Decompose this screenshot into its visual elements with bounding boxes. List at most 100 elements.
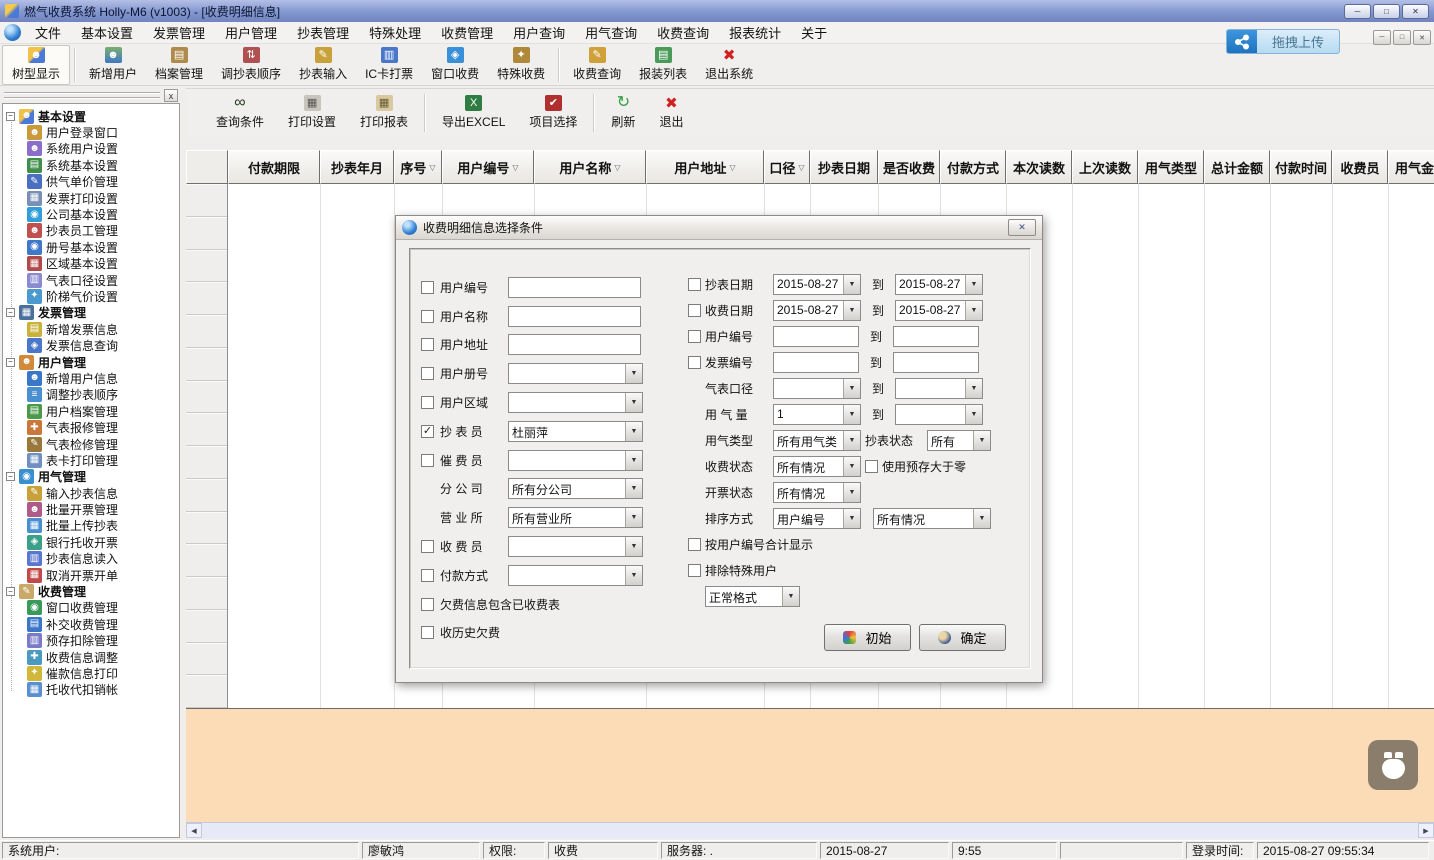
tree-item[interactable]: ☻系统用户设置 [3,141,179,157]
checkbox[interactable] [688,278,701,291]
combo-box[interactable]: 所有情况▼ [873,508,991,529]
text-input[interactable] [893,326,979,347]
checkbox[interactable] [421,367,434,380]
combo-box[interactable]: 所有分公司▼ [508,478,643,499]
text-input[interactable] [893,352,979,373]
combo-box[interactable]: 所有营业所▼ [508,507,643,528]
dialog-close-icon[interactable]: ✕ [1008,219,1036,236]
combo-box[interactable]: ▼ [895,378,983,399]
column-header[interactable]: 抄表年月 [320,150,394,184]
combo-box[interactable]: 2015-08-27▼ [773,274,861,295]
mdi-minimize-button[interactable]: ─ [1373,30,1391,45]
column-header[interactable]: 序号▽ [394,150,442,184]
column-header[interactable]: 用户地址▽ [646,150,764,184]
combo-arrow-icon[interactable]: ▼ [843,483,860,502]
column-header[interactable]: 口径▽ [764,150,810,184]
checkbox[interactable] [421,338,434,351]
column-header[interactable]: 用气类型 [1138,150,1204,184]
combo-arrow-icon[interactable]: ▼ [965,405,982,424]
checkbox[interactable] [421,598,434,611]
combo-box[interactable]: 所有情况▼ [773,456,861,477]
text-input[interactable] [508,334,641,355]
row-header-cell[interactable] [186,184,227,217]
tree-item[interactable]: ▦批量上传抄表 [3,518,179,534]
combo-box[interactable]: ▼ [508,565,643,586]
row-header-cell[interactable] [186,479,227,512]
column-header[interactable]: 总计金额 [1204,150,1270,184]
checkbox[interactable] [421,569,434,582]
menu-item-5[interactable]: 抄表管理 [287,23,359,42]
row-header-cell[interactable] [186,643,227,676]
tree-item[interactable]: ≡调整抄表顺序 [3,387,179,403]
row-header-cell[interactable] [186,250,227,283]
checkbox[interactable] [688,356,701,369]
confirm-button[interactable]: 确定 [919,624,1006,651]
tree-item[interactable]: ▥预存扣除管理 [3,633,179,649]
tree-group-5[interactable]: −✎收费管理 [3,583,179,599]
column-header[interactable]: 用气金额 [1388,150,1434,184]
fee-query-button[interactable]: ✎收费查询 [564,45,630,85]
export-excel-button[interactable]: X导出EXCEL [430,91,517,135]
row-header-cell[interactable] [186,381,227,414]
tree-item[interactable]: ▦表卡打印管理 [3,452,179,468]
tree-group-3[interactable]: −☻用户管理 [3,354,179,370]
init-button[interactable]: 初始 [824,624,911,651]
tree-item[interactable]: ✦阶梯气价设置 [3,288,179,304]
combo-arrow-icon[interactable]: ▼ [843,301,860,320]
combo-arrow-icon[interactable]: ▼ [843,405,860,424]
text-input[interactable] [773,352,859,373]
row-header-cell[interactable] [186,610,227,643]
combo-box[interactable]: 1▼ [773,404,861,425]
exit-system-button[interactable]: ✖退出系统 [696,45,762,85]
combo-arrow-icon[interactable]: ▼ [625,566,642,585]
ic-card-print-button[interactable]: ▥IC卡打票 [356,45,422,85]
tree-item[interactable]: ✎供气单价管理 [3,174,179,190]
column-header[interactable]: 用户名称▽ [534,150,646,184]
checkbox[interactable] [421,396,434,409]
column-header[interactable]: 用户编号▽ [442,150,534,184]
collapse-toggle-icon[interactable]: − [6,358,15,367]
checkbox[interactable] [421,310,434,323]
combo-arrow-icon[interactable]: ▼ [965,275,982,294]
tree-group-1[interactable]: −☻基本设置 [3,108,179,124]
tree-item[interactable]: ☻新增用户信息 [3,370,179,386]
checkbox[interactable] [421,281,434,294]
drag-upload-button[interactable]: 拖拽上传 [1226,29,1340,54]
minimize-button[interactable]: ─ [1344,4,1371,19]
checkbox[interactable] [421,454,434,467]
combo-arrow-icon[interactable]: ▼ [625,451,642,470]
menu-item-12[interactable]: 关于 [791,23,837,42]
tree-group-2[interactable]: −▦发票管理 [3,305,179,321]
checkbox[interactable] [421,540,434,553]
meter-order-button[interactable]: ⇅调抄表顺序 [212,45,290,85]
combo-box[interactable]: ▼ [508,392,643,413]
window-fee-button[interactable]: ◈窗口收费 [422,45,488,85]
scroll-left-icon[interactable]: ◀ [186,823,202,838]
combo-box[interactable]: ▼ [895,404,983,425]
combo-box[interactable]: 所有情况▼ [773,482,861,503]
item-select-button[interactable]: ✔项目选择 [517,91,589,135]
tree-item[interactable]: ▤用户档案管理 [3,403,179,419]
column-header[interactable]: 收费员 [1332,150,1388,184]
combo-box[interactable]: ▼ [508,450,643,471]
collapse-toggle-icon[interactable]: − [6,472,15,481]
menu-item-9[interactable]: 用气查询 [575,23,647,42]
combo-box[interactable]: 杜丽萍▼ [508,421,643,442]
combo-box[interactable]: 所有▼ [927,430,991,451]
combo-arrow-icon[interactable]: ▼ [843,457,860,476]
combo-box[interactable]: 正常格式▼ [705,586,800,607]
checkbox[interactable] [688,304,701,317]
tree-item[interactable]: ▦区域基本设置 [3,256,179,272]
checkbox[interactable] [688,564,701,577]
text-input[interactable] [508,277,641,298]
collapse-toggle-icon[interactable]: − [6,587,15,596]
combo-box[interactable]: ▼ [773,378,861,399]
tree-item[interactable]: ▤补交收费管理 [3,616,179,632]
mdi-restore-button[interactable]: □ [1393,30,1411,45]
combo-box[interactable]: 2015-08-27▼ [895,274,983,295]
row-header-cell[interactable] [186,413,227,446]
meter-entry-button[interactable]: ✎抄表输入 [290,45,356,85]
tree-item[interactable]: ▦发票打印设置 [3,190,179,206]
tree-group-4[interactable]: −◉用气管理 [3,469,179,485]
checkbox[interactable] [688,538,701,551]
